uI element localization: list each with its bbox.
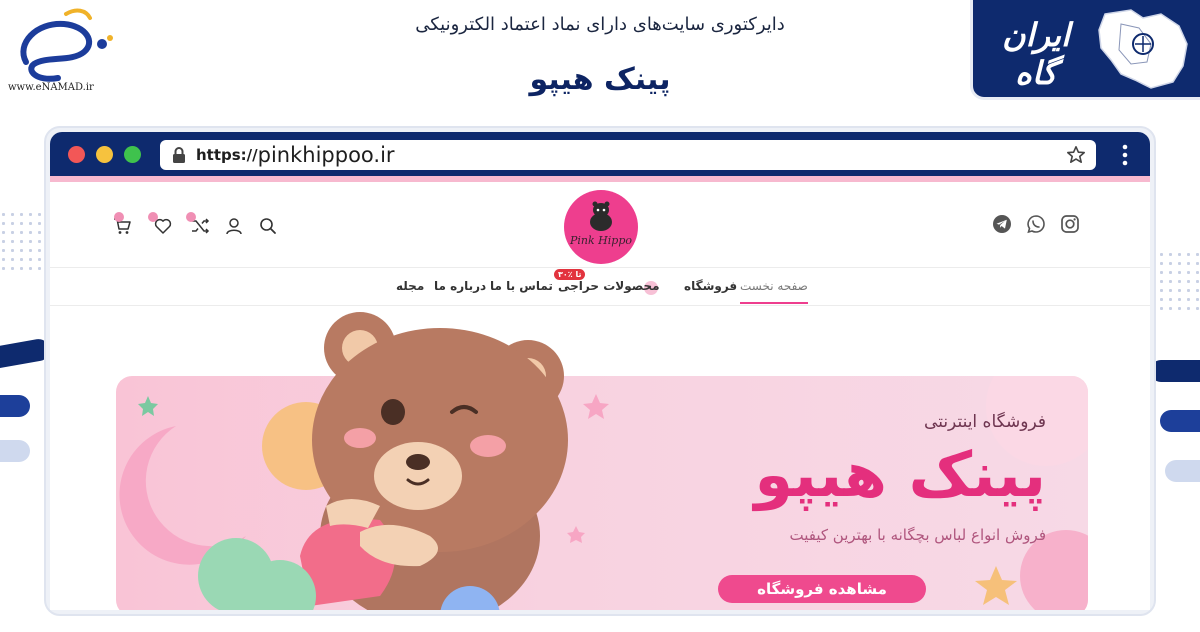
enamad-caption: www.eNAMAD.ir <box>8 82 94 93</box>
backdrop-stripe <box>0 395 30 417</box>
balloon-orange <box>262 402 350 490</box>
instagram-icon[interactable] <box>1060 214 1080 234</box>
telegram-icon[interactable] <box>992 214 1012 234</box>
irangah-brand-box: ایران گاه <box>970 0 1200 100</box>
backdrop-stripe <box>0 440 30 462</box>
url-text: https://pinkhippoo.ir <box>196 143 395 167</box>
whatsapp-icon[interactable] <box>1026 214 1046 234</box>
page-viewport: Pink Hippo صفحه نخست فروشگاه ۳۰٪ تا محصو… <box>50 176 1150 610</box>
sale-discount-badge: ۳۰٪ تا <box>554 269 586 280</box>
hero-subtitle: فروش انواع لباس بچگانه با بهترین کیفیت <box>789 526 1046 544</box>
directory-title: دایرکتوری سایت‌های دارای نماد اعتماد الک… <box>415 14 785 35</box>
star-green <box>138 396 158 416</box>
main-nav: صفحه نخست فروشگاه ۳۰٪ تا محصولات حراجی ت… <box>50 268 1150 306</box>
nav-home[interactable]: صفحه نخست <box>740 279 808 293</box>
wishlist-count-badge <box>148 212 158 222</box>
browser-menu-icon[interactable] <box>1120 144 1130 166</box>
nav-about[interactable]: درباره ما <box>434 279 486 293</box>
site-header: Pink Hippo <box>50 182 1150 268</box>
backdrop-stripe <box>1160 410 1200 432</box>
user-icon[interactable] <box>224 216 244 236</box>
nav-sale-products[interactable]: ۳۰٪ تا محصولات حراجی <box>554 269 660 293</box>
irangah-brand-text: ایران گاه <box>1002 16 1071 92</box>
site-title: پینک هیپو <box>529 62 671 97</box>
star-yellow <box>975 566 1017 605</box>
search-icon[interactable] <box>258 216 278 236</box>
maximize-window-button[interactable] <box>124 146 141 163</box>
top-banner: www.eNAMAD.ir دایرکتوری سایت‌های دارای ن… <box>0 0 1200 118</box>
nav-contact[interactable]: تماس با ما <box>490 279 553 293</box>
nav-sale-label: محصولات حراجی <box>558 279 660 293</box>
compare-count-badge <box>186 212 196 222</box>
nav-active-underline <box>740 302 808 304</box>
hippo-mascot-icon <box>590 201 612 231</box>
browser-window: https://pinkhippoo.ir Pink Hippo صفحه نخ… <box>44 126 1156 616</box>
nav-magazine[interactable]: مجله <box>396 279 424 293</box>
iran-map-icon <box>1098 9 1188 89</box>
brand-logo-text: Pink Hippo <box>570 234 632 247</box>
backdrop-stripe <box>1165 460 1200 482</box>
browser-toolbar: https://pinkhippoo.ir <box>50 132 1150 176</box>
lock-icon <box>173 147 185 163</box>
address-bar[interactable]: https://pinkhippoo.ir <box>160 140 1096 170</box>
url-protocol: https:// <box>196 146 258 164</box>
view-shop-button[interactable]: مشاهده فروشگاه <box>718 575 926 603</box>
hero-banner: فروشگاه اینترنتی پینک هیپو فروش انواع لب… <box>116 376 1088 610</box>
url-host: pinkhippoo.ir <box>257 143 395 167</box>
backdrop-stripe <box>1150 360 1200 382</box>
hero-kicker: فروشگاه اینترنتی <box>924 412 1046 432</box>
bookmark-star-icon[interactable] <box>1066 145 1086 165</box>
close-window-button[interactable] <box>68 146 85 163</box>
nav-shop[interactable]: فروشگاه <box>684 279 737 293</box>
hero-title: پینک هیپو <box>754 438 1048 511</box>
minimize-window-button[interactable] <box>96 146 113 163</box>
cart-count-badge <box>114 212 124 222</box>
star-pink-small <box>567 526 585 543</box>
brand-logo[interactable]: Pink Hippo <box>564 190 638 264</box>
star-pink <box>583 394 609 419</box>
